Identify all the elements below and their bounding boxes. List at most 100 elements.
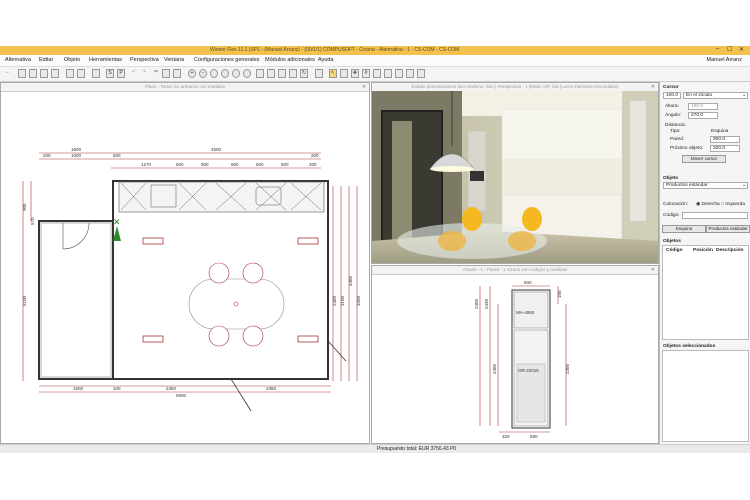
cursor-section-title: Cursor (663, 85, 679, 90)
print-icon[interactable] (77, 69, 85, 78)
objeto-select[interactable]: Productos estándar ⌄ (663, 182, 748, 189)
plan-view-pane[interactable]: Plano - Todos los armarios con medidas ✕… (0, 82, 370, 444)
zoom-in-icon[interactable]: + (188, 69, 196, 78)
productos-estandar-button[interactable]: Productos estándar (706, 225, 750, 233)
dim-r3-2: 600 (176, 162, 184, 167)
menu-objeto[interactable]: Objeto (64, 57, 80, 63)
objetos-section-title: Objetos (663, 239, 681, 244)
view-3d-icon[interactable] (51, 69, 59, 78)
dimension-icon[interactable] (373, 69, 381, 78)
toolbar: ← S P ↶ ↷ ✂ + − ↻ ↖ ✥ # (0, 67, 750, 82)
dim-r3-7: 200 (309, 162, 317, 167)
dim-bot-2: 100 (113, 386, 121, 391)
text-icon[interactable] (395, 69, 403, 78)
elevation-drawing[interactable]: 600 2400 2430 2400 100 2300 MA-4060 OR-2… (372, 274, 659, 444)
esquina-button[interactable]: Esquina (662, 225, 706, 233)
cursor-mode-select[interactable]: En el zócalo ⌄ (683, 92, 748, 99)
back-arrow-icon[interactable]: ← (4, 69, 12, 78)
plan-close-icon[interactable]: ✕ (362, 83, 366, 91)
view-split-icon[interactable] (29, 69, 37, 78)
render-3d-image[interactable] (372, 91, 659, 264)
render-close-icon[interactable]: ✕ (651, 83, 655, 91)
cursor-value-field[interactable]: 100.0 (663, 92, 681, 99)
minimize-button[interactable]: – (716, 46, 719, 52)
elevation-view-pane[interactable]: Alzado - 1 - Pared - 1 Alzado con código… (371, 265, 659, 444)
zoom-pan-icon[interactable] (243, 69, 251, 78)
view-elevation-icon[interactable] (40, 69, 48, 78)
angulo-field[interactable]: 270.0 (688, 112, 718, 119)
proximo-field[interactable]: 320.0 (710, 145, 740, 152)
zoom-all-icon[interactable] (221, 69, 229, 78)
trash-icon[interactable] (315, 69, 323, 78)
menu-ventana[interactable]: Ventana (164, 57, 184, 63)
s-tool-icon[interactable]: S (106, 69, 114, 78)
elevation-close-icon[interactable]: ✕ (651, 266, 655, 274)
menu-configuraciones[interactable]: Configuraciones generales (194, 57, 259, 63)
undo-icon[interactable]: ↶ (130, 69, 138, 78)
codigo-field[interactable] (682, 212, 748, 219)
zoom-out-icon[interactable]: − (199, 69, 207, 78)
select-cursor-icon[interactable]: ↖ (329, 69, 337, 78)
camera-icon[interactable] (417, 69, 425, 78)
menu-bar: Alternativa Editar Objeto Herramientas P… (0, 55, 750, 67)
izquierda-radio[interactable]: ○ Izquierda (721, 202, 745, 207)
col-codigo: Código (666, 248, 683, 253)
elev-dim-h-right-2: 2300 (565, 363, 570, 374)
menu-herramientas[interactable]: Herramientas (89, 57, 122, 63)
dim-r3-3: 900 (201, 162, 209, 167)
dim-left-3: 5100 (22, 295, 27, 306)
render-view-pane[interactable]: Estado procesamiento foto realismo: list… (371, 82, 659, 264)
elev-dim-h-left-2: 2430 (484, 298, 489, 309)
measure-icon[interactable] (256, 69, 264, 78)
close-button[interactable]: ✕ (739, 46, 744, 53)
seleccionados-list[interactable] (662, 350, 749, 442)
proximo-label: Próximo objeto: (670, 146, 704, 151)
mover-cursor-button[interactable]: Mover cursor (682, 155, 726, 163)
pared-label: Pared: (670, 137, 685, 142)
window-title: Winner Flex 11.1 (SP1 - (Manuel Arranz) … (210, 47, 460, 53)
view-plan-icon[interactable] (18, 69, 26, 78)
redo-icon[interactable]: ↷ (140, 69, 148, 78)
menu-modulos[interactable]: Módulos adicionales (265, 57, 315, 63)
dim-r3-1: 1270 (141, 162, 152, 167)
paste-icon[interactable] (173, 69, 181, 78)
copy-icon[interactable] (162, 69, 170, 78)
elev-code-top: MA-4060 (516, 310, 535, 315)
refresh-icon[interactable]: ↻ (300, 69, 308, 78)
menu-alternativa[interactable]: Alternativa (5, 57, 31, 63)
cut-icon[interactable]: ✂ (152, 69, 160, 78)
altura-field[interactable]: 100.0 (688, 103, 718, 110)
elev-dim-width: 600 (524, 280, 532, 285)
wall-icon[interactable] (384, 69, 392, 78)
objetos-table[interactable]: Código Posición Descripción (662, 245, 749, 340)
layout-icon[interactable] (92, 69, 100, 78)
maximize-button[interactable]: ☐ (727, 46, 732, 53)
zoom-previous-icon[interactable] (232, 69, 240, 78)
dim-r2-4: 200 (311, 153, 319, 158)
pared-field[interactable]: 900.0 (710, 136, 740, 143)
snap-icon[interactable] (340, 69, 348, 78)
angulo-label: Ángulo: (665, 113, 682, 118)
derecha-radio[interactable]: ◉ Derecha (696, 202, 720, 207)
dim-bot-total: 5900 (176, 393, 187, 398)
save-icon[interactable] (66, 69, 74, 78)
floor-plan-drawing[interactable]: 1500 4500 200 1000 600 200 1270 600 900 … (1, 91, 370, 444)
light-icon[interactable] (406, 69, 414, 78)
zoom-window-icon[interactable] (210, 69, 218, 78)
menu-ayuda[interactable]: Ayuda (318, 57, 334, 63)
pn-tool-icon[interactable]: P (117, 69, 125, 78)
align-icon[interactable] (289, 69, 297, 78)
objeto-select-label: Productos estándar (666, 183, 708, 188)
tipo-label: Tipo: (670, 129, 681, 134)
mirror-icon[interactable] (278, 69, 286, 78)
menu-editar[interactable]: Editar (39, 57, 53, 63)
distancia-title: Distancia: (665, 123, 687, 128)
rotate-icon[interactable] (267, 69, 275, 78)
grid-icon[interactable]: # (362, 69, 370, 78)
dim-r2-3: 600 (113, 153, 121, 158)
col-posicion: Posición (693, 248, 713, 253)
menu-perspectiva[interactable]: Perspectiva (130, 57, 159, 63)
status-bar: Presupuesto total: EUR 3756.43 P0 (0, 444, 750, 453)
move-icon[interactable]: ✥ (351, 69, 359, 78)
dim-top-1: 1500 (71, 147, 82, 152)
